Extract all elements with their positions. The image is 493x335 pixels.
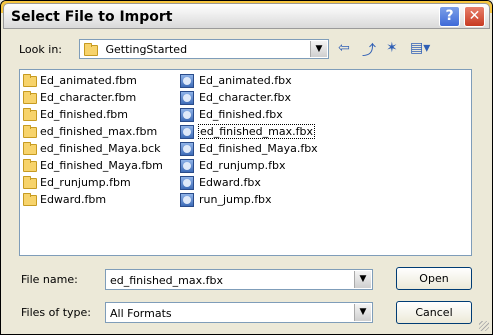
folder-icon xyxy=(23,90,37,104)
up-folder-icon[interactable]: ⤴ xyxy=(362,40,376,60)
file-name: Ed_runjump.fbm xyxy=(40,176,131,189)
dialog-window: Select File to Import ? ✕ Look in: Getti… xyxy=(0,0,493,335)
file-name: Edward.fbm xyxy=(40,193,107,206)
folder-item[interactable]: Ed_animated.fbm xyxy=(23,72,163,89)
look-in-value: GettingStarted xyxy=(105,43,188,56)
dialog-title: Select File to Import xyxy=(11,9,173,25)
file-name: Ed_character.fbx xyxy=(199,91,291,104)
chevron-down-icon[interactable]: ▼ xyxy=(354,271,371,288)
folder-item[interactable]: Ed_character.fbm xyxy=(23,89,163,106)
folder-item[interactable]: Ed_runjump.fbm xyxy=(23,174,163,191)
file-column-1: Ed_animated.fbm Ed_character.fbm Ed_finish… xyxy=(23,72,163,208)
navigation-toolbar: ⇦ ⤴ ✶ ▤▾ xyxy=(336,40,446,60)
file-name: ed_finished_max.fbx xyxy=(198,124,315,139)
folder-item[interactable]: Ed_finished_Maya.fbm xyxy=(23,157,163,174)
view-menu-icon[interactable]: ▤▾ xyxy=(410,40,430,56)
file-name-label: File name: xyxy=(21,273,78,286)
file-name: Ed_finished.fbx xyxy=(199,108,283,121)
file-name: Ed_character.fbm xyxy=(40,91,137,104)
fbx-file-icon xyxy=(180,91,194,105)
file-name: run_jump.fbx xyxy=(199,193,272,206)
title-bar[interactable]: Select File to Import ? ✕ xyxy=(3,3,490,29)
resize-grip-icon[interactable] xyxy=(479,321,489,331)
folder-item[interactable]: ed_finished_Maya.bck xyxy=(23,140,163,157)
file-name-value: ed_finished_max.fbx xyxy=(110,274,223,287)
folder-icon xyxy=(23,175,37,189)
file-type-value: All Formats xyxy=(110,307,172,320)
fbx-file-icon xyxy=(180,159,194,173)
file-name: Edward.fbx xyxy=(199,176,261,189)
file-name: ed_finished_Maya.bck xyxy=(40,142,161,155)
fbx-file-icon xyxy=(180,125,194,139)
open-button[interactable]: Open xyxy=(396,267,472,290)
file-item[interactable]: Ed_animated.fbx xyxy=(180,72,318,89)
file-name: Ed_animated.fbx xyxy=(199,74,292,87)
help-button[interactable]: ? xyxy=(439,6,460,27)
close-button[interactable]: ✕ xyxy=(464,6,485,27)
cancel-button[interactable]: Cancel xyxy=(396,301,472,324)
fbx-file-icon xyxy=(180,193,194,207)
file-column-2: Ed_animated.fbx Ed_character.fbx Ed_finish… xyxy=(180,72,318,208)
fbx-file-icon xyxy=(180,108,194,122)
folder-icon xyxy=(23,192,37,206)
file-list[interactable]: Ed_animated.fbm Ed_character.fbm Ed_finish… xyxy=(19,69,472,256)
fbx-file-icon xyxy=(180,74,194,88)
file-item[interactable]: Ed_runjump.fbx xyxy=(180,157,318,174)
fbx-file-icon xyxy=(180,176,194,190)
back-icon[interactable]: ⇦ xyxy=(338,40,350,56)
file-name-field[interactable]: ed_finished_max.fbx ▼ xyxy=(105,269,373,290)
fbx-file-icon xyxy=(180,142,194,156)
new-folder-icon[interactable]: ✶ xyxy=(386,40,398,56)
folder-item[interactable]: ed_finished_max.fbm xyxy=(23,123,163,140)
folder-icon xyxy=(23,124,37,138)
file-item[interactable]: Ed_finished.fbx xyxy=(180,106,318,123)
file-item[interactable]: run_jump.fbx xyxy=(180,191,318,208)
file-item[interactable]: Edward.fbx xyxy=(180,174,318,191)
file-name: Ed_finished_Maya.fbx xyxy=(199,142,318,155)
folder-icon xyxy=(23,73,37,87)
file-item[interactable]: ed_finished_max.fbx xyxy=(180,123,318,140)
chevron-down-icon[interactable]: ▼ xyxy=(310,41,327,57)
file-name: ed_finished_max.fbm xyxy=(40,125,158,138)
look-in-label: Look in: xyxy=(19,43,62,56)
folder-item[interactable]: Edward.fbm xyxy=(23,191,163,208)
folder-icon xyxy=(84,42,98,56)
file-name: Ed_finished_Maya.fbm xyxy=(40,159,163,172)
file-type-select[interactable]: All Formats ▼ xyxy=(105,302,373,323)
chevron-down-icon[interactable]: ▼ xyxy=(354,304,371,321)
look-in-dropdown[interactable]: GettingStarted ▼ xyxy=(79,39,329,59)
file-name: Ed_runjump.fbx xyxy=(199,159,286,172)
folder-icon xyxy=(23,141,37,155)
folder-item[interactable]: Ed_finished.fbm xyxy=(23,106,163,123)
file-name: Ed_finished.fbm xyxy=(40,108,128,121)
folder-icon xyxy=(23,158,37,172)
folder-icon xyxy=(23,107,37,121)
file-type-label: Files of type: xyxy=(21,306,92,319)
file-name: Ed_animated.fbm xyxy=(40,74,137,87)
file-item[interactable]: Ed_character.fbx xyxy=(180,89,318,106)
file-item[interactable]: Ed_finished_Maya.fbx xyxy=(180,140,318,157)
